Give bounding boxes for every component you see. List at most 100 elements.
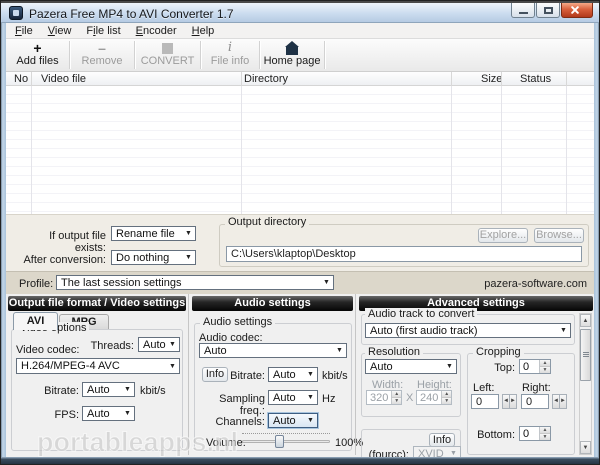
crop-right-label: Right: xyxy=(522,382,551,394)
spin-up-icon[interactable]: ▲ xyxy=(392,391,401,398)
column-size[interactable]: Size xyxy=(481,73,502,85)
file-info-button[interactable]: i File info xyxy=(201,39,259,71)
column-directory[interactable]: Directory xyxy=(244,73,288,85)
add-files-button[interactable]: + Add files xyxy=(6,39,69,71)
tab-avi[interactable]: AVI xyxy=(13,312,58,330)
home-page-button[interactable]: Home page xyxy=(260,39,324,71)
convert-button[interactable]: CONVERT xyxy=(135,39,200,71)
resolution-select[interactable]: Auto ▼ xyxy=(365,359,457,374)
chevron-down-icon: ▼ xyxy=(323,279,330,286)
volume-slider-ticks xyxy=(242,433,330,434)
resolution-label: Resolution xyxy=(365,346,423,358)
volume-value: 100% xyxy=(335,437,364,449)
spin-down-icon[interactable]: ▼ xyxy=(442,398,451,404)
menu-view[interactable]: View xyxy=(43,24,77,38)
threads-select[interactable]: Auto ▼ xyxy=(138,337,180,352)
output-directory-label: Output directory xyxy=(225,216,310,228)
menu-help[interactable]: Help xyxy=(187,24,220,38)
chevron-down-icon: ▼ xyxy=(185,254,192,261)
column-video-file[interactable]: Video file xyxy=(41,73,86,85)
channels-select[interactable]: Auto ▼ xyxy=(268,413,318,428)
spin-up-icon[interactable]: ▲ xyxy=(540,427,550,434)
video-bitrate-select[interactable]: Auto ▼ xyxy=(82,382,135,397)
column-status[interactable]: Status xyxy=(520,73,551,85)
grip-icon xyxy=(583,352,589,357)
audio-track-select[interactable]: Auto (first audio track) ▼ xyxy=(365,323,571,338)
app-window: Pazera Free MP4 to AVI Converter 1.7 Fil… xyxy=(0,0,600,465)
scroll-down-button[interactable]: ▼ xyxy=(580,441,591,454)
menu-bar: File View File list Encoder Help xyxy=(6,23,596,39)
arrow-left-icon: ◄ xyxy=(502,394,509,409)
fourcc-info-button[interactable]: Info xyxy=(429,433,455,447)
sampling-freq-unit: Hz xyxy=(322,393,336,405)
crop-top-stepper[interactable]: 0 ▲ ▼ xyxy=(519,359,551,374)
fps-label: FPS: xyxy=(54,409,79,421)
window-left-border xyxy=(1,23,6,457)
resolution-x-label: X xyxy=(406,392,414,404)
website-link[interactable]: pazera-software.com xyxy=(484,278,587,290)
home-icon xyxy=(285,40,299,55)
maximize-button[interactable] xyxy=(536,3,560,18)
crop-left-arrows[interactable]: ◄ ► xyxy=(502,394,517,409)
advanced-scrollbar[interactable]: ▲ ▼ xyxy=(579,313,592,455)
scroll-up-button[interactable]: ▲ xyxy=(580,314,591,327)
audio-panel-header: Audio settings xyxy=(192,296,353,311)
audio-codec-select[interactable]: Auto ▼ xyxy=(199,343,347,358)
volume-slider-track[interactable] xyxy=(242,440,330,443)
video-codec-select[interactable]: H.264/MPEG-4 AVC ▼ xyxy=(16,358,180,374)
audio-info-button[interactable]: Info xyxy=(202,367,228,382)
menu-file[interactable]: File xyxy=(10,24,38,38)
fps-select[interactable]: Auto ▼ xyxy=(82,406,135,421)
explore-button[interactable]: Explore... xyxy=(478,228,528,243)
remove-button[interactable]: – Remove xyxy=(70,39,134,71)
channels-label: Channels: xyxy=(215,416,265,428)
crop-top-label: Top: xyxy=(494,362,515,374)
arrow-left-icon: ◄ xyxy=(552,394,559,409)
title-bar[interactable]: Pazera Free MP4 to AVI Converter 1.7 xyxy=(1,3,599,23)
scrollbar-thumb[interactable] xyxy=(580,329,591,381)
crop-bottom-stepper[interactable]: 0 ▲ ▼ xyxy=(519,426,551,441)
chevron-down-icon: ▼ xyxy=(336,347,343,354)
window-title: Pazera Free MP4 to AVI Converter 1.7 xyxy=(29,7,234,21)
spin-down-icon[interactable]: ▼ xyxy=(540,367,550,373)
spin-up-icon[interactable]: ▲ xyxy=(442,391,451,398)
profile-select[interactable]: The last session settings ▼ xyxy=(56,275,334,290)
video-bitrate-unit: kbit/s xyxy=(140,385,166,397)
info-italic-icon: i xyxy=(227,40,233,55)
after-conversion-select[interactable]: Do nothing ▼ xyxy=(111,250,196,265)
if-output-exists-label: If output file exists: xyxy=(49,230,106,254)
if-output-exists-select[interactable]: Rename file ▼ xyxy=(111,226,196,241)
minimize-button[interactable] xyxy=(511,3,535,18)
threads-label: Threads: xyxy=(90,340,134,352)
file-list-header[interactable]: No Video file Directory Size Status xyxy=(6,72,596,86)
width-stepper[interactable]: 320 ▲ ▼ xyxy=(366,390,402,405)
spin-up-icon[interactable]: ▲ xyxy=(540,360,550,367)
chevron-down-icon: ▼ xyxy=(307,394,314,401)
minus-icon: – xyxy=(98,40,106,56)
height-stepper[interactable]: 240 ▲ ▼ xyxy=(416,390,452,405)
file-list-body[interactable] xyxy=(6,86,596,214)
output-directory-input[interactable]: C:\Users\klaptop\Desktop xyxy=(226,246,582,262)
column-no[interactable]: No xyxy=(14,73,28,85)
audio-track-label: Audio track to convert xyxy=(365,308,478,320)
sampling-freq-select[interactable]: Auto ▼ xyxy=(268,390,318,405)
audio-settings-label: Audio settings xyxy=(200,316,276,328)
crop-right-arrows[interactable]: ◄ ► xyxy=(552,394,567,409)
crop-left-input[interactable]: 0 xyxy=(471,394,499,409)
close-button[interactable] xyxy=(561,3,593,18)
menu-encoder[interactable]: Encoder xyxy=(131,24,182,38)
crop-right-input[interactable]: 0 xyxy=(521,394,549,409)
browse-button[interactable]: Browse... xyxy=(534,228,584,243)
volume-slider-thumb[interactable] xyxy=(275,435,284,448)
crop-bottom-label: Bottom: xyxy=(477,429,515,441)
menu-file-list[interactable]: File list xyxy=(81,24,125,38)
spin-down-icon[interactable]: ▼ xyxy=(392,398,401,404)
toolbar: + Add files – Remove CONVERT i File info… xyxy=(6,39,596,72)
audio-bitrate-select[interactable]: Auto ▼ xyxy=(268,367,318,382)
maximize-icon xyxy=(544,7,553,14)
chevron-down-icon: ▼ xyxy=(307,417,314,424)
spin-down-icon[interactable]: ▼ xyxy=(540,434,550,440)
window-right-border xyxy=(594,23,599,457)
minimize-icon xyxy=(519,12,528,14)
arrow-right-icon: ► xyxy=(509,394,517,409)
